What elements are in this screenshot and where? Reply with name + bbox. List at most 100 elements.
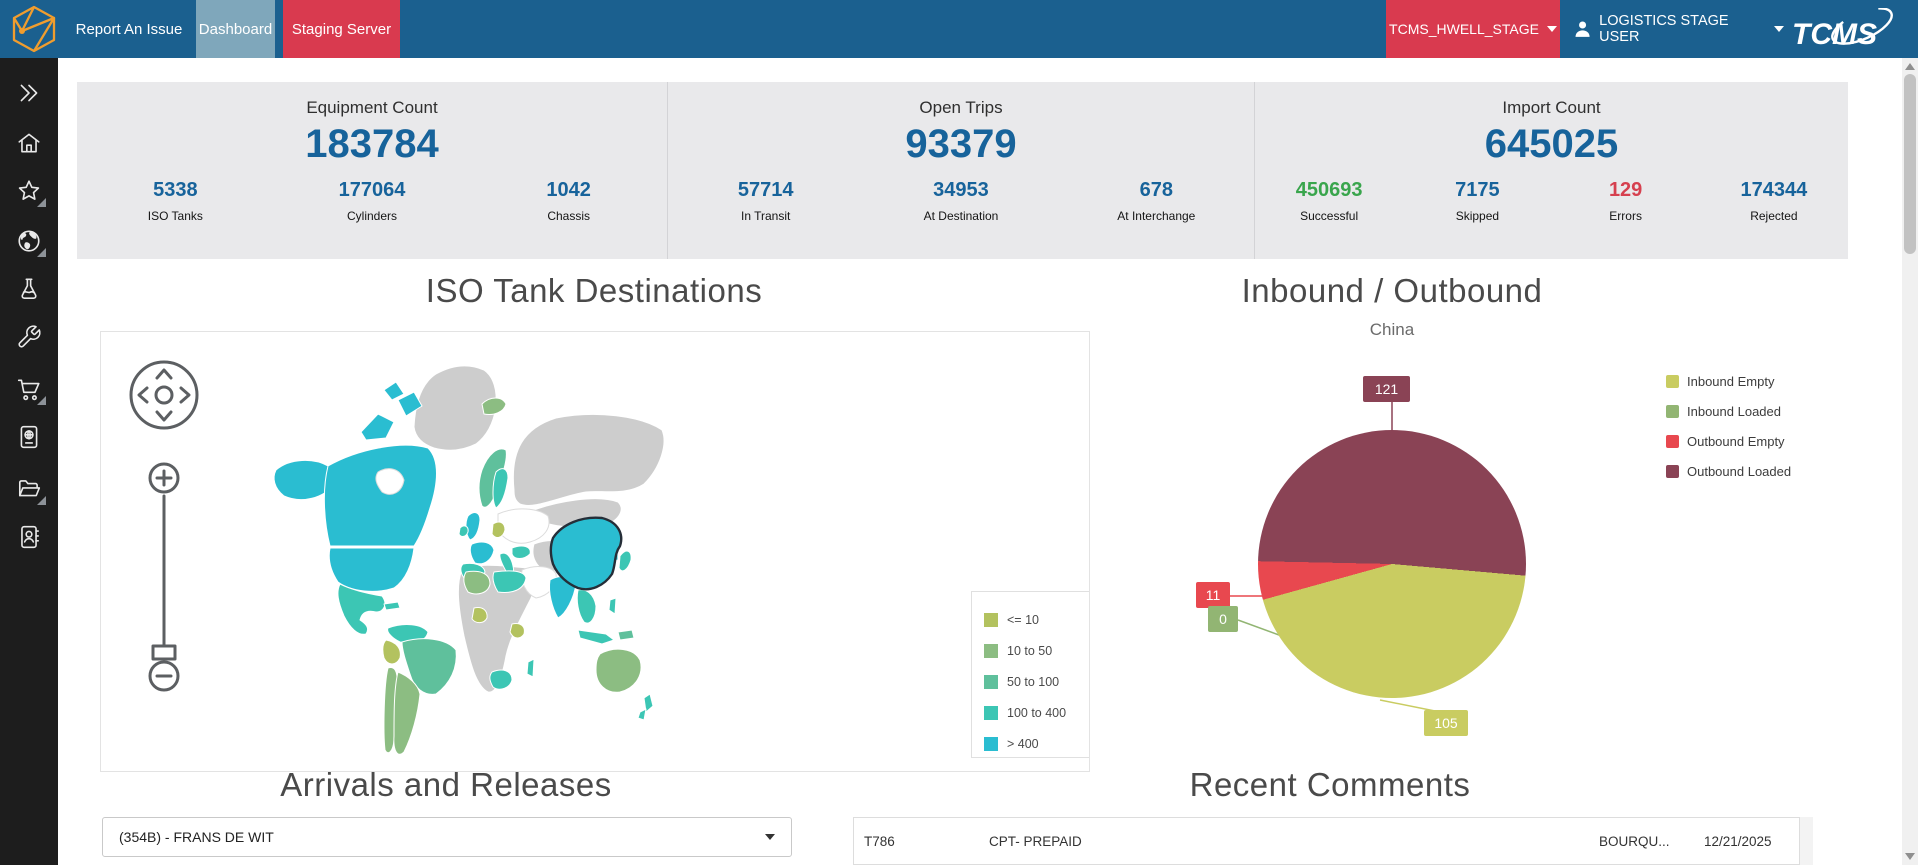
vessel-select-value: (354B) - FRANS DE WIT bbox=[119, 829, 274, 845]
sub-label: Chassis bbox=[547, 209, 591, 223]
sub-label: Errors bbox=[1609, 209, 1642, 223]
scroll-up-icon[interactable] bbox=[1905, 63, 1915, 70]
sub-label: In Transit bbox=[740, 209, 791, 223]
legend-label: > 400 bbox=[1007, 736, 1039, 751]
scroll-down-icon[interactable] bbox=[1905, 853, 1915, 860]
sub-value: 450693 bbox=[1295, 179, 1363, 201]
scrollbar-thumb[interactable] bbox=[1904, 74, 1916, 254]
wrench-icon[interactable] bbox=[16, 324, 42, 350]
stat-sub: 57714 In Transit bbox=[668, 179, 863, 223]
map-legend-item[interactable]: 10 to 50 bbox=[984, 635, 1089, 666]
map-legend-item[interactable]: 50 to 100 bbox=[984, 666, 1089, 697]
map-controls bbox=[119, 350, 209, 715]
legend-swatch bbox=[984, 612, 998, 627]
flask-icon[interactable] bbox=[16, 276, 42, 302]
stat-sub: 129 Errors bbox=[1552, 179, 1700, 223]
pie-datalabel-inbound-empty[interactable]: 105 bbox=[1424, 710, 1468, 736]
legend-label: Outbound Loaded bbox=[1687, 463, 1792, 479]
user-dropdown[interactable]: LOGISTICS STAGE USER bbox=[1572, 0, 1784, 58]
user-label: LOGISTICS STAGE USER bbox=[1599, 13, 1729, 45]
chevron-down-icon bbox=[765, 834, 775, 840]
legend-swatch bbox=[1666, 404, 1679, 418]
comment-description[interactable]: CPT- PREPAID bbox=[979, 834, 1589, 849]
map-legend-item[interactable]: 100 to 400 bbox=[984, 697, 1089, 728]
comment-author[interactable]: BOURQU... bbox=[1589, 834, 1694, 849]
stat-sub: 1042 Chassis bbox=[470, 179, 667, 223]
pie-datalabel-outbound-empty[interactable]: 11 bbox=[1196, 582, 1230, 608]
stat-value: 183784 bbox=[305, 122, 439, 166]
legend-swatch bbox=[984, 705, 998, 720]
comments-scrollbar[interactable] bbox=[1800, 817, 1813, 865]
legend-label: 10 to 50 bbox=[1007, 643, 1053, 658]
sub-value: 177064 bbox=[338, 179, 406, 201]
sidebar-expand-icon[interactable] bbox=[16, 80, 42, 106]
chevron-down-icon bbox=[1774, 26, 1784, 32]
legend-label: 50 to 100 bbox=[1007, 674, 1060, 689]
chevron-down-icon bbox=[1546, 26, 1557, 32]
stat-sub: 34953 At Destination bbox=[863, 179, 1058, 223]
nav-staging-server[interactable]: Staging Server bbox=[283, 0, 400, 58]
stat-title: Open Trips bbox=[919, 98, 1003, 117]
map-legend-item[interactable]: > 400 bbox=[984, 728, 1089, 759]
sidebar bbox=[0, 58, 58, 865]
map-zoom-in-button[interactable] bbox=[148, 462, 180, 494]
legend-label: 100 to 400 bbox=[1007, 705, 1067, 720]
sub-label: ISO Tanks bbox=[147, 209, 203, 223]
environment-dropdown[interactable]: TCMS_HWELL_STAGE bbox=[1386, 0, 1560, 58]
globe-icon[interactable] bbox=[16, 228, 46, 257]
cart-icon[interactable] bbox=[16, 376, 46, 405]
stat-sub: 5338 ISO Tanks bbox=[77, 179, 274, 223]
nav-dashboard[interactable]: Dashboard bbox=[196, 0, 275, 58]
pie-datalabel-inbound-loaded[interactable]: 0 bbox=[1208, 606, 1238, 632]
legend-swatch bbox=[1666, 374, 1679, 388]
stat-value: 93379 bbox=[905, 122, 1017, 166]
comment-code[interactable]: T786 bbox=[854, 834, 979, 849]
pie-legend-item[interactable]: Outbound Empty bbox=[1666, 426, 1791, 456]
comments-section-title: Recent Comments bbox=[1189, 766, 1471, 803]
map-zoom-slider-handle[interactable] bbox=[151, 644, 177, 661]
top-navbar: Report An Issue Dashboard Staging Server… bbox=[0, 0, 1918, 58]
stat-sub: 177064 Cylinders bbox=[274, 179, 471, 223]
legend-swatch bbox=[984, 674, 998, 689]
environment-label: TCMS_HWELL_STAGE bbox=[1389, 21, 1539, 37]
pie-legend-item[interactable]: Inbound Empty bbox=[1666, 366, 1791, 396]
map-pan-control[interactable] bbox=[129, 360, 199, 430]
stat-sub: 7175 Skipped bbox=[1403, 179, 1551, 223]
star-icon[interactable] bbox=[16, 178, 46, 207]
nav-report-issue[interactable]: Report An Issue bbox=[70, 0, 188, 58]
pie-section-subtitle: China bbox=[1369, 320, 1415, 339]
world-choropleth-map[interactable] bbox=[266, 332, 1090, 772]
page-scrollbar[interactable] bbox=[1902, 58, 1918, 865]
sub-value: 174344 bbox=[1740, 179, 1808, 201]
app-logo[interactable] bbox=[8, 4, 60, 54]
folder-icon[interactable] bbox=[16, 476, 46, 505]
contacts-icon[interactable] bbox=[16, 524, 42, 550]
comment-date[interactable]: 12/21/2025 bbox=[1694, 834, 1799, 849]
vessel-select[interactable]: (354B) - FRANS DE WIT bbox=[102, 817, 792, 857]
inbound-outbound-pie[interactable] bbox=[1258, 430, 1526, 698]
map-legend-item[interactable]: <= 10 bbox=[984, 604, 1089, 635]
pie-datalabel-outbound-loaded[interactable]: 121 bbox=[1363, 376, 1410, 402]
stat-equipment-count: Equipment Count 183784 5338 ISO Tanks 17… bbox=[77, 82, 667, 259]
stat-open-trips: Open Trips 93379 57714 In Transit 34953 … bbox=[667, 82, 1254, 259]
sub-label: At Interchange bbox=[1117, 209, 1196, 223]
pie-legend-item[interactable]: Inbound Loaded bbox=[1666, 396, 1791, 426]
stat-sub: 678 At Interchange bbox=[1059, 179, 1254, 223]
sub-label: Skipped bbox=[1455, 209, 1500, 223]
sub-label: At Destination bbox=[923, 209, 999, 223]
sub-label: Rejected bbox=[1750, 209, 1798, 223]
map-zoom-out-button[interactable] bbox=[148, 660, 180, 692]
stat-title: Import Count bbox=[1502, 98, 1601, 117]
legend-swatch bbox=[984, 736, 998, 751]
arrivals-section-title: Arrivals and Releases bbox=[280, 766, 612, 803]
map-legend: <= 10 10 to 50 50 to 100 100 to 400 > 40… bbox=[971, 591, 1089, 759]
map-section-title: ISO Tank Destinations bbox=[425, 272, 763, 309]
map-country-china[interactable] bbox=[549, 516, 623, 591]
sub-label: Cylinders bbox=[347, 209, 398, 223]
legend-swatch bbox=[984, 643, 998, 658]
passport-icon[interactable] bbox=[16, 424, 42, 450]
pie-legend-item[interactable]: Outbound Loaded bbox=[1666, 456, 1791, 486]
iso-tank-map-panel: <= 10 10 to 50 50 to 100 100 to 400 > 40… bbox=[100, 331, 1090, 772]
home-icon[interactable] bbox=[16, 130, 42, 156]
sub-value: 129 bbox=[1608, 179, 1643, 201]
